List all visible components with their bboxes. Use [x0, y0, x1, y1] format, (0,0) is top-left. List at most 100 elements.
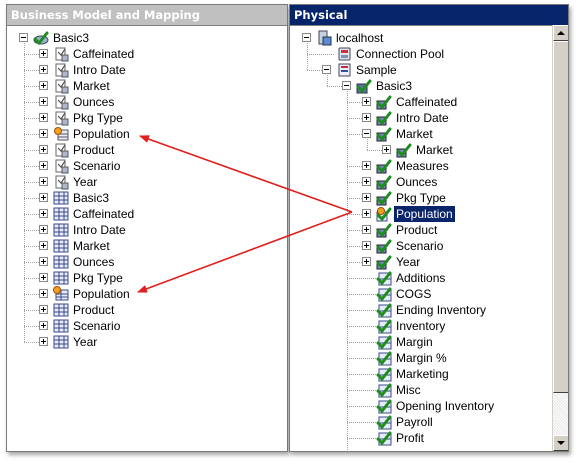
- tree-item-pkg-type[interactable]: Pkg Type: [7, 110, 287, 126]
- expand-toggle[interactable]: [39, 241, 48, 250]
- expand-toggle[interactable]: [39, 97, 48, 106]
- tree-item-ounces[interactable]: Ounces: [290, 174, 552, 190]
- expand-toggle[interactable]: [362, 193, 371, 202]
- scrollbar-thumb[interactable]: [553, 41, 568, 393]
- expand-toggle[interactable]: [39, 129, 48, 138]
- tree-item-year[interactable]: Year: [7, 174, 287, 190]
- tree-item-measure-additions[interactable]: Additions: [290, 270, 552, 286]
- tree-item-pkg-type[interactable]: Pkg Type: [290, 190, 552, 206]
- tree-item-caffeinated[interactable]: Caffeinated: [7, 46, 287, 62]
- dimension-icon: [53, 254, 69, 270]
- scrollbar-track[interactable]: [553, 393, 568, 435]
- expand-toggle[interactable]: [362, 97, 371, 106]
- tree-item-measure-misc[interactable]: Misc: [290, 382, 552, 398]
- expand-toggle[interactable]: [362, 225, 371, 234]
- tree-item-label: Caffeinated: [73, 207, 135, 221]
- tree-item-year[interactable]: Year: [7, 334, 287, 350]
- dimension-check-icon: [376, 238, 392, 254]
- tree-item-measure-ending-inventory[interactable]: Ending Inventory: [290, 302, 552, 318]
- tree-item-market[interactable]: Market: [7, 238, 287, 254]
- expand-toggle[interactable]: [39, 193, 48, 202]
- tree-item-measure-payroll[interactable]: Payroll: [290, 414, 552, 430]
- tree-item-population[interactable]: Population: [290, 206, 552, 222]
- tree-item-basic3[interactable]: Basic3: [7, 190, 287, 206]
- expand-toggle[interactable]: [39, 145, 48, 154]
- tree-item-label: Market: [416, 143, 453, 157]
- tree-item-label: Basic3: [376, 79, 413, 93]
- collapse-toggle[interactable]: [19, 33, 28, 42]
- dimension-icon: [53, 302, 69, 318]
- scroll-up-button[interactable]: [553, 25, 568, 41]
- tree-item-connection-pool[interactable]: Connection Pool: [290, 46, 552, 62]
- tree-item-population[interactable]: Population: [7, 126, 287, 142]
- expand-toggle[interactable]: [39, 81, 48, 90]
- tree-item-intro-date[interactable]: Intro Date: [290, 110, 552, 126]
- tree-item-measure-marketing[interactable]: Marketing: [290, 366, 552, 382]
- expand-toggle[interactable]: [39, 65, 48, 74]
- collapse-toggle[interactable]: [302, 33, 311, 42]
- tree-item-measure-inventory[interactable]: Inventory: [290, 318, 552, 334]
- measure-check-icon: [376, 302, 392, 318]
- business-model-icon: [33, 30, 49, 46]
- tree-item-market[interactable]: Market: [290, 126, 552, 142]
- expand-toggle[interactable]: [39, 225, 48, 234]
- tree-item-localhost[interactable]: localhost: [290, 30, 552, 46]
- tree-item-basic3-root[interactable]: Basic3: [7, 30, 287, 46]
- tree-item-population[interactable]: Population: [7, 286, 287, 302]
- tree-item-scenario[interactable]: Scenario: [7, 158, 287, 174]
- expand-toggle[interactable]: [39, 113, 48, 122]
- collapse-toggle[interactable]: [362, 129, 371, 138]
- tree-item-label: Sample: [356, 63, 397, 77]
- tree-item-intro-date[interactable]: Intro Date: [7, 62, 287, 78]
- expand-toggle[interactable]: [39, 177, 48, 186]
- dimension-check-icon: [376, 222, 392, 238]
- tree-item-market-child[interactable]: Market: [290, 142, 552, 158]
- expand-toggle[interactable]: [362, 257, 371, 266]
- expand-toggle[interactable]: [39, 49, 48, 58]
- tree-item-scenario[interactable]: Scenario: [290, 238, 552, 254]
- expand-toggle[interactable]: [39, 337, 48, 346]
- expand-toggle[interactable]: [362, 209, 371, 218]
- expand-toggle[interactable]: [39, 273, 48, 282]
- tree-item-caffeinated[interactable]: Caffeinated: [7, 206, 287, 222]
- tree-item-measure-profit[interactable]: Profit: [290, 430, 552, 446]
- expand-toggle[interactable]: [382, 145, 391, 154]
- tree-item-measure-opening-inventory[interactable]: Opening Inventory: [290, 398, 552, 414]
- tree-item-label: Market: [73, 239, 110, 253]
- tree-item-product[interactable]: Product: [7, 302, 287, 318]
- tree-item-measure-cogs[interactable]: COGS: [290, 286, 552, 302]
- server-icon: [316, 30, 332, 46]
- expand-toggle[interactable]: [39, 289, 48, 298]
- vertical-scrollbar[interactable]: [552, 25, 568, 451]
- tree-item-caffeinated[interactable]: Caffeinated: [290, 94, 552, 110]
- tree-item-basic3[interactable]: Basic3: [290, 78, 552, 94]
- physical-tree[interactable]: localhost Connection Pool Sample Basic3 Caff…: [290, 25, 552, 451]
- tree-item-ounces[interactable]: Ounces: [7, 254, 287, 270]
- tree-item-intro-date[interactable]: Intro Date: [7, 222, 287, 238]
- tree-item-measure-margin[interactable]: Margin: [290, 334, 552, 350]
- tree-item-pkg-type[interactable]: Pkg Type: [7, 270, 287, 286]
- tree-item-market[interactable]: Market: [7, 78, 287, 94]
- collapse-toggle[interactable]: [342, 81, 351, 90]
- tree-item-scenario[interactable]: Scenario: [7, 318, 287, 334]
- scroll-down-button[interactable]: [553, 435, 568, 451]
- expand-toggle[interactable]: [39, 257, 48, 266]
- expand-toggle[interactable]: [362, 113, 371, 122]
- expand-toggle[interactable]: [362, 177, 371, 186]
- tree-item-ounces[interactable]: Ounces: [7, 94, 287, 110]
- tree-item-label: Year: [73, 335, 98, 349]
- tree-item-year[interactable]: Year: [290, 254, 552, 270]
- tree-item-measures[interactable]: Measures: [290, 158, 552, 174]
- tree-item-measure-margin-[interactable]: Margin %: [290, 350, 552, 366]
- expand-toggle[interactable]: [39, 161, 48, 170]
- tree-item-product[interactable]: Product: [290, 222, 552, 238]
- business-model-tree[interactable]: Basic3 Caffeinated Intro Date Market Ounces P…: [7, 25, 287, 451]
- tree-item-product[interactable]: Product: [7, 142, 287, 158]
- expand-toggle[interactable]: [39, 305, 48, 314]
- expand-toggle[interactable]: [39, 321, 48, 330]
- collapse-toggle[interactable]: [322, 65, 331, 74]
- expand-toggle[interactable]: [39, 209, 48, 218]
- expand-toggle[interactable]: [362, 241, 371, 250]
- tree-item-sample[interactable]: Sample: [290, 62, 552, 78]
- expand-toggle[interactable]: [362, 161, 371, 170]
